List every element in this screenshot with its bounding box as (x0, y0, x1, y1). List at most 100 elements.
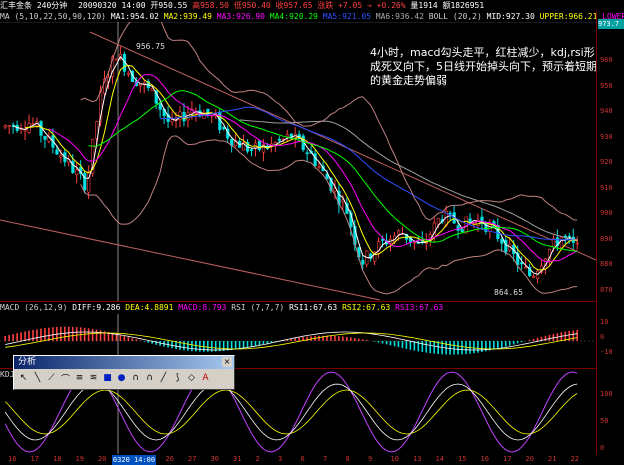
drawing-tool-icon[interactable]: ≋ (88, 372, 99, 384)
drawing-tool-icon[interactable]: ● (116, 372, 127, 384)
toolbar-titlebar[interactable]: 分析 × (14, 356, 234, 369)
candle-body (138, 83, 142, 87)
time-tick: 26 (165, 455, 174, 463)
drawing-tool-icon[interactable]: ⟆ (172, 372, 183, 384)
time-tick: 22 (570, 455, 579, 463)
price-tick: 870 (600, 285, 613, 294)
time-tick: 6 (300, 455, 305, 463)
dea-value: DEA:4.8891 (125, 303, 174, 312)
drawing-tool-icon[interactable]: A (200, 372, 211, 384)
toolbar-title: 分析 (18, 357, 37, 367)
price-tick: 960 (600, 56, 613, 64)
price-axis (596, 11, 624, 455)
candle-body (277, 139, 281, 141)
candle-body (396, 230, 401, 235)
price-tick: 900 (600, 209, 613, 217)
drawing-tool-icon[interactable]: ⌒ (60, 372, 71, 385)
rsi1-value: RSI1:67.63 (289, 303, 338, 312)
macd-indicator-bar: MACD (26,12,9) DIFF:9.286 DEA:4.8891 MAC… (0, 302, 443, 313)
drawing-tool-icon[interactable]: ╲ (32, 372, 43, 384)
time-cursor-label: 0320 14:00 (112, 455, 156, 465)
upper-value: UPPER:966.21 (539, 12, 598, 21)
candle-body (448, 212, 452, 215)
candle-body (460, 228, 464, 232)
time-tick: 18 (53, 455, 62, 463)
rsi3-value: RSI3:67.63 (395, 303, 444, 312)
candle-body (253, 142, 258, 148)
ma4-value: MA4:920.29 (269, 12, 318, 21)
rsi2-value: RSI2:67.63 (342, 303, 391, 312)
price-tick: 930 (600, 132, 613, 141)
time-tick: 27 (188, 455, 197, 463)
candle-body (313, 153, 317, 166)
candle-body (257, 140, 262, 150)
drawing-tool-icon[interactable]: ∩ (130, 372, 141, 384)
high-price-label: 956.75 (136, 42, 165, 51)
macd-value: MACD:8.793 (178, 303, 227, 312)
ma1-value: MA1:954.02 (110, 12, 159, 21)
candle-body (361, 259, 365, 265)
candle-body (170, 119, 174, 123)
time-tick: 30 (210, 455, 219, 463)
current-price-tag: 973.7 (598, 19, 624, 29)
close-label: 收957.65 (275, 1, 313, 10)
open-label: 开950.55 (150, 1, 188, 10)
drawing-tool-icon[interactable]: ■ (102, 372, 113, 384)
time-tick: 16 (8, 455, 17, 463)
ma5-value: MA5:921.05 (322, 12, 371, 21)
candle-body (43, 136, 47, 140)
high-label: 高958.50 (192, 1, 229, 10)
drawing-tool-icon[interactable]: ◇ (186, 372, 197, 384)
drawing-tool-icon[interactable]: ≡ (74, 372, 85, 384)
ma2-line (25, 64, 578, 271)
time-tick: 8 (345, 455, 350, 463)
price-tick: 950 (600, 81, 613, 90)
candle-body (3, 125, 7, 128)
candle-body (456, 225, 460, 231)
macd-tick: 0 (600, 333, 605, 341)
price-tick: 880 (600, 260, 613, 268)
candle-body (532, 275, 536, 278)
candle-body (559, 236, 564, 248)
low-label: 低950.40 (233, 1, 271, 10)
candle-body (75, 169, 79, 175)
candle-body (575, 242, 579, 245)
candle-body (520, 262, 524, 265)
drawing-tool-icon[interactable]: ↖ (18, 372, 29, 384)
drawing-tool-icon[interactable]: ∩ (144, 372, 155, 384)
time-tick: 9 (368, 455, 373, 463)
candle-body (317, 166, 321, 168)
price-tick: 920 (600, 158, 613, 166)
candle-body (158, 103, 162, 110)
candle-body (536, 270, 540, 279)
toolbar-close-button[interactable]: × (222, 357, 232, 367)
kdj-tick: 0 (600, 444, 605, 452)
candle-body (7, 125, 11, 127)
time-tick: 17 (30, 455, 39, 463)
kdj-tick: 50 (600, 417, 609, 425)
chart-window: 汇丰金条 240分钟 20090320 14:00 开950.55 高958.5… (0, 0, 624, 465)
ma3-value: MA3:926.90 (216, 12, 265, 21)
candle-body (305, 152, 309, 155)
kdj-tick: 100 (600, 390, 613, 398)
rsi-label: RSI (7,7,7) (231, 303, 285, 312)
candle-body (83, 172, 87, 191)
candle-body (436, 218, 440, 225)
time-tick: 14 (435, 455, 444, 463)
candle-body (500, 239, 504, 244)
symbol-label: 汇丰金条 240分钟 (0, 1, 68, 10)
time-tick: 17 (503, 455, 512, 463)
date-label: 20090320 14:00 (78, 1, 146, 10)
drawing-tool-icon[interactable]: ⟋ (46, 372, 57, 384)
ma1-line (12, 55, 578, 275)
price-tick: 940 (600, 107, 613, 115)
boll-label: BOLL (20,2) (428, 12, 482, 21)
analysis-toolbar[interactable]: 分析 × ↖ ╲ ⟋ ⌒ ≡ ≋ ■ ● ∩ ∩ ╱ ⟆ ◇ A (13, 355, 235, 390)
time-tick: 3 (278, 455, 283, 463)
ma4-line (88, 90, 578, 253)
drawing-tool-icon[interactable]: ╱ (158, 372, 169, 384)
candle-body (59, 155, 63, 158)
kdj-d-line (4, 389, 578, 435)
candle-body (249, 149, 254, 151)
time-tick: 2 (255, 455, 260, 463)
